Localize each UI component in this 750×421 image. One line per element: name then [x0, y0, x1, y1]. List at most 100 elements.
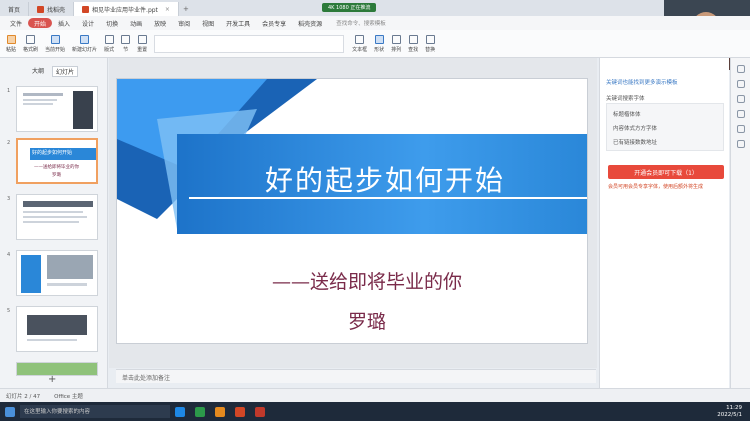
- thumb2-subtitle: ——送给即将毕业的你: [34, 165, 79, 170]
- slide-thumbnail-2[interactable]: 好的起步如何开始 ——送给即将毕业的你 罗璐: [16, 138, 98, 184]
- windows-taskbar: 在这里输入你要搜索的内容 11:29 2022/5/1: [0, 402, 750, 421]
- slide-thumbnail-3[interactable]: [16, 194, 98, 240]
- start-label: 当前开始: [45, 46, 66, 53]
- new-slide-icon: [80, 34, 90, 44]
- reset-label: 重置: [137, 46, 148, 53]
- daoke-tab-label: 找稻壳: [47, 6, 66, 14]
- animation-icon[interactable]: [736, 80, 745, 88]
- menu-bar: 文件 开始 插入 设计 切换 动画 放映 审阅 视图 开发工具 会员专享 稻壳资…: [0, 16, 750, 30]
- slide-subtitle[interactable]: ——送给即将毕业的你: [217, 267, 517, 294]
- thumb-number: 1: [7, 88, 11, 94]
- close-tab-icon[interactable]: ×: [165, 6, 170, 13]
- font-line-1: 标题楷体体: [613, 112, 641, 118]
- arrange-label: 排列: [391, 46, 402, 53]
- slide-thumbnail-4[interactable]: [16, 250, 98, 296]
- slide-title[interactable]: 好的起步如何开始: [235, 159, 535, 199]
- start-from-current-button[interactable]: 当前开始: [45, 34, 66, 53]
- menu-member[interactable]: 会员专享: [256, 19, 292, 28]
- start-menu-icon[interactable]: [5, 406, 15, 417]
- daoke-icon: [37, 5, 45, 13]
- status-bar: 幻灯片 2 / 47 Office 主题: [0, 388, 750, 402]
- menu-view[interactable]: 视图: [196, 19, 220, 28]
- section-icon: [121, 34, 131, 44]
- find-label: 查找: [408, 46, 419, 53]
- thumb-number: 2: [7, 140, 11, 146]
- font-controls[interactable]: [154, 34, 345, 53]
- notes-pane[interactable]: 单击此处添加备注: [116, 369, 596, 383]
- textbox-label: 文本框: [352, 46, 368, 53]
- shapes-button[interactable]: 形状: [374, 34, 385, 53]
- app-green-icon[interactable]: [195, 406, 205, 417]
- design-icon[interactable]: [736, 95, 745, 103]
- section-button[interactable]: 节: [121, 34, 131, 53]
- font-search-panel: 关键词也能找到更多演示模板 关键词搜索字体 标题楷体体 内容体式方方字体 已有链…: [599, 58, 729, 388]
- help-icon[interactable]: [736, 125, 745, 133]
- slide-thumbnail-6[interactable]: [16, 362, 98, 376]
- font-info-card: 标题楷体体 内容体式方方字体 已有链接数数地址: [606, 103, 724, 151]
- slide-thumbnail-panel: 大纲 幻灯片 1 2 好的起步如何开始 ——送给即将毕业的你 罗璐 3 4 5 …: [0, 58, 108, 388]
- clock-date: 2022/5/1: [717, 411, 742, 418]
- theme-name: Office 主题: [54, 393, 83, 400]
- new-tab-button[interactable]: +: [179, 2, 193, 16]
- taskbar-search[interactable]: 在这里输入你要搜索的内容: [20, 405, 170, 418]
- tab-outline[interactable]: 大纲: [32, 66, 44, 77]
- reset-icon: [137, 34, 147, 44]
- layout-button[interactable]: 版式: [104, 34, 114, 53]
- command-search[interactable]: 查找命令、搜索模板: [336, 19, 386, 27]
- slide-thumbnail-1[interactable]: [16, 86, 98, 132]
- vip-download-button[interactable]: 开通会员即可下载（1）: [608, 165, 724, 179]
- brush-icon: [26, 34, 36, 44]
- menu-animation[interactable]: 动画: [124, 19, 148, 28]
- menu-file[interactable]: 文件: [4, 19, 28, 28]
- menu-resources[interactable]: 稻壳资源: [292, 19, 328, 28]
- clock-time: 11:29: [726, 404, 742, 411]
- home-tab-label: 首页: [8, 6, 21, 14]
- replace-button[interactable]: 替换: [425, 34, 435, 53]
- menu-slideshow[interactable]: 放映: [148, 19, 172, 28]
- menu-design[interactable]: 设计: [76, 19, 100, 28]
- wps-icon[interactable]: [235, 406, 245, 417]
- browser-icon[interactable]: [175, 406, 185, 417]
- folder-icon[interactable]: [215, 406, 225, 417]
- slide-thumbnail-5[interactable]: [16, 306, 98, 352]
- tab-daoke[interactable]: 找稻壳: [29, 2, 75, 16]
- font-line-2: 内容体式方方字体: [613, 126, 658, 132]
- tab-slides[interactable]: 幻灯片: [52, 66, 79, 77]
- find-button[interactable]: 查找: [408, 34, 419, 53]
- menu-developer[interactable]: 开发工具: [220, 19, 256, 28]
- right-side-rail: [730, 58, 750, 388]
- stream-status-badge: 4K 1080 正在推流: [322, 3, 377, 12]
- menu-review[interactable]: 审阅: [172, 19, 196, 28]
- panel-tabs: 大纲 幻灯片: [0, 58, 107, 77]
- menu-transition[interactable]: 切换: [100, 19, 124, 28]
- thumb-number: 5: [7, 308, 11, 314]
- paste-label: 粘贴: [6, 46, 17, 53]
- format-painter-label: 格式刷: [23, 46, 39, 53]
- property-icon[interactable]: [736, 65, 745, 73]
- textbox-icon: [355, 34, 365, 44]
- new-slide-button[interactable]: 新建幻灯片: [72, 34, 97, 53]
- settings-icon[interactable]: [736, 140, 745, 148]
- arrange-button[interactable]: 排列: [391, 34, 402, 53]
- reset-button[interactable]: 重置: [137, 34, 148, 53]
- menu-insert[interactable]: 插入: [52, 19, 76, 28]
- tab-document[interactable]: 相见毕业应用毕业件.ppt ×: [74, 2, 179, 16]
- slide-author[interactable]: 罗璐: [307, 307, 427, 334]
- format-painter-button[interactable]: 格式刷: [23, 34, 39, 53]
- add-slide-button[interactable]: +: [48, 374, 56, 385]
- right-panel-link[interactable]: 关键词也能找到更多演示模板: [606, 78, 678, 86]
- search-icon: [408, 34, 418, 44]
- slide-canvas[interactable]: 好的起步如何开始 ——送给即将毕业的你 罗璐: [116, 78, 588, 344]
- section-label: 节: [123, 46, 129, 53]
- paste-button[interactable]: 粘贴: [6, 34, 17, 53]
- shapes-label: 形状: [374, 46, 385, 53]
- layout-icon: [104, 34, 114, 44]
- shape-icon[interactable]: [736, 110, 745, 118]
- textbox-button[interactable]: 文本框: [352, 34, 368, 53]
- tab-home[interactable]: 首页: [0, 2, 30, 16]
- ppt-file-icon: [82, 5, 90, 13]
- menu-home[interactable]: 开始: [28, 18, 53, 28]
- document-tab-label: 相见毕业应用毕业件.ppt: [92, 6, 158, 14]
- app-red-icon[interactable]: [255, 406, 265, 417]
- thumb-number: 3: [7, 196, 11, 202]
